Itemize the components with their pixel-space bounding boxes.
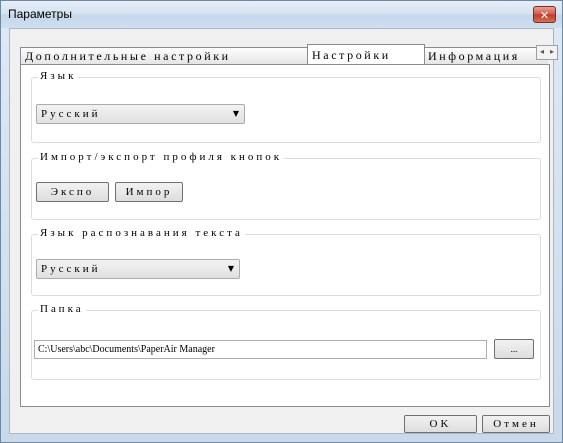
close-button[interactable]: ✕ [533, 6, 556, 23]
dialog-client-area: Дополнительные настройки Настройки Инфор… [9, 28, 558, 434]
tab-scroll-arrows: ◂ ▸ [536, 45, 558, 60]
export-button[interactable]: Экспо [36, 182, 109, 202]
tab-label: Дополнительные настройки [25, 49, 231, 63]
cancel-button[interactable]: Отмен [482, 415, 550, 433]
profile-group: Импорт/экспорт профиля кнопок Экспо Импо… [31, 151, 541, 220]
folder-path-input[interactable]: C:\Users\abc\Documents\PaperAir Manager [34, 340, 487, 359]
profile-legend: Импорт/экспорт профиля кнопок [38, 151, 285, 163]
close-icon: ✕ [539, 9, 550, 22]
import-button[interactable]: Импор [115, 182, 183, 202]
chevron-down-icon: ▼ [232, 109, 239, 118]
folder-group: Папка C:\Users\abc\Documents\PaperAir Ma… [31, 303, 541, 380]
language-select-value: Русский [41, 108, 101, 120]
scroll-right-icon[interactable]: ▸ [547, 47, 557, 56]
settings-tab-panel: Язык Русский ▼ Импорт/экспорт профиля кн… [20, 64, 550, 407]
tab-settings[interactable]: Настройки [307, 44, 425, 64]
language-legend: Язык [38, 70, 79, 82]
tab-information[interactable]: Информация [423, 47, 548, 64]
window-title: Параметры [8, 7, 72, 21]
language-group: Язык Русский ▼ [31, 70, 541, 143]
tab-advanced-settings[interactable]: Дополнительные настройки [20, 47, 309, 64]
ok-button[interactable]: OK [404, 415, 477, 433]
folder-legend: Папка [38, 303, 86, 315]
language-select[interactable]: Русский ▼ [36, 104, 245, 124]
ocr-language-select-value: Русский [41, 263, 101, 275]
tab-label: Настройки [312, 48, 391, 62]
ocr-language-group: Язык распознавания текста Русский ▼ [31, 227, 541, 296]
tab-label: Информация [428, 49, 520, 63]
ocr-language-select[interactable]: Русский ▼ [36, 259, 240, 279]
tab-strip: Дополнительные настройки Настройки Инфор… [20, 44, 548, 64]
settings-window: Параметры ✕ Дополнительные настройки Нас… [0, 0, 563, 443]
title-bar[interactable]: Параметры ✕ [1, 1, 562, 28]
scroll-left-icon[interactable]: ◂ [537, 47, 547, 56]
ocr-language-legend: Язык распознавания текста [38, 227, 245, 239]
browse-button[interactable]: ... [494, 339, 534, 359]
chevron-down-icon: ▼ [227, 264, 234, 273]
